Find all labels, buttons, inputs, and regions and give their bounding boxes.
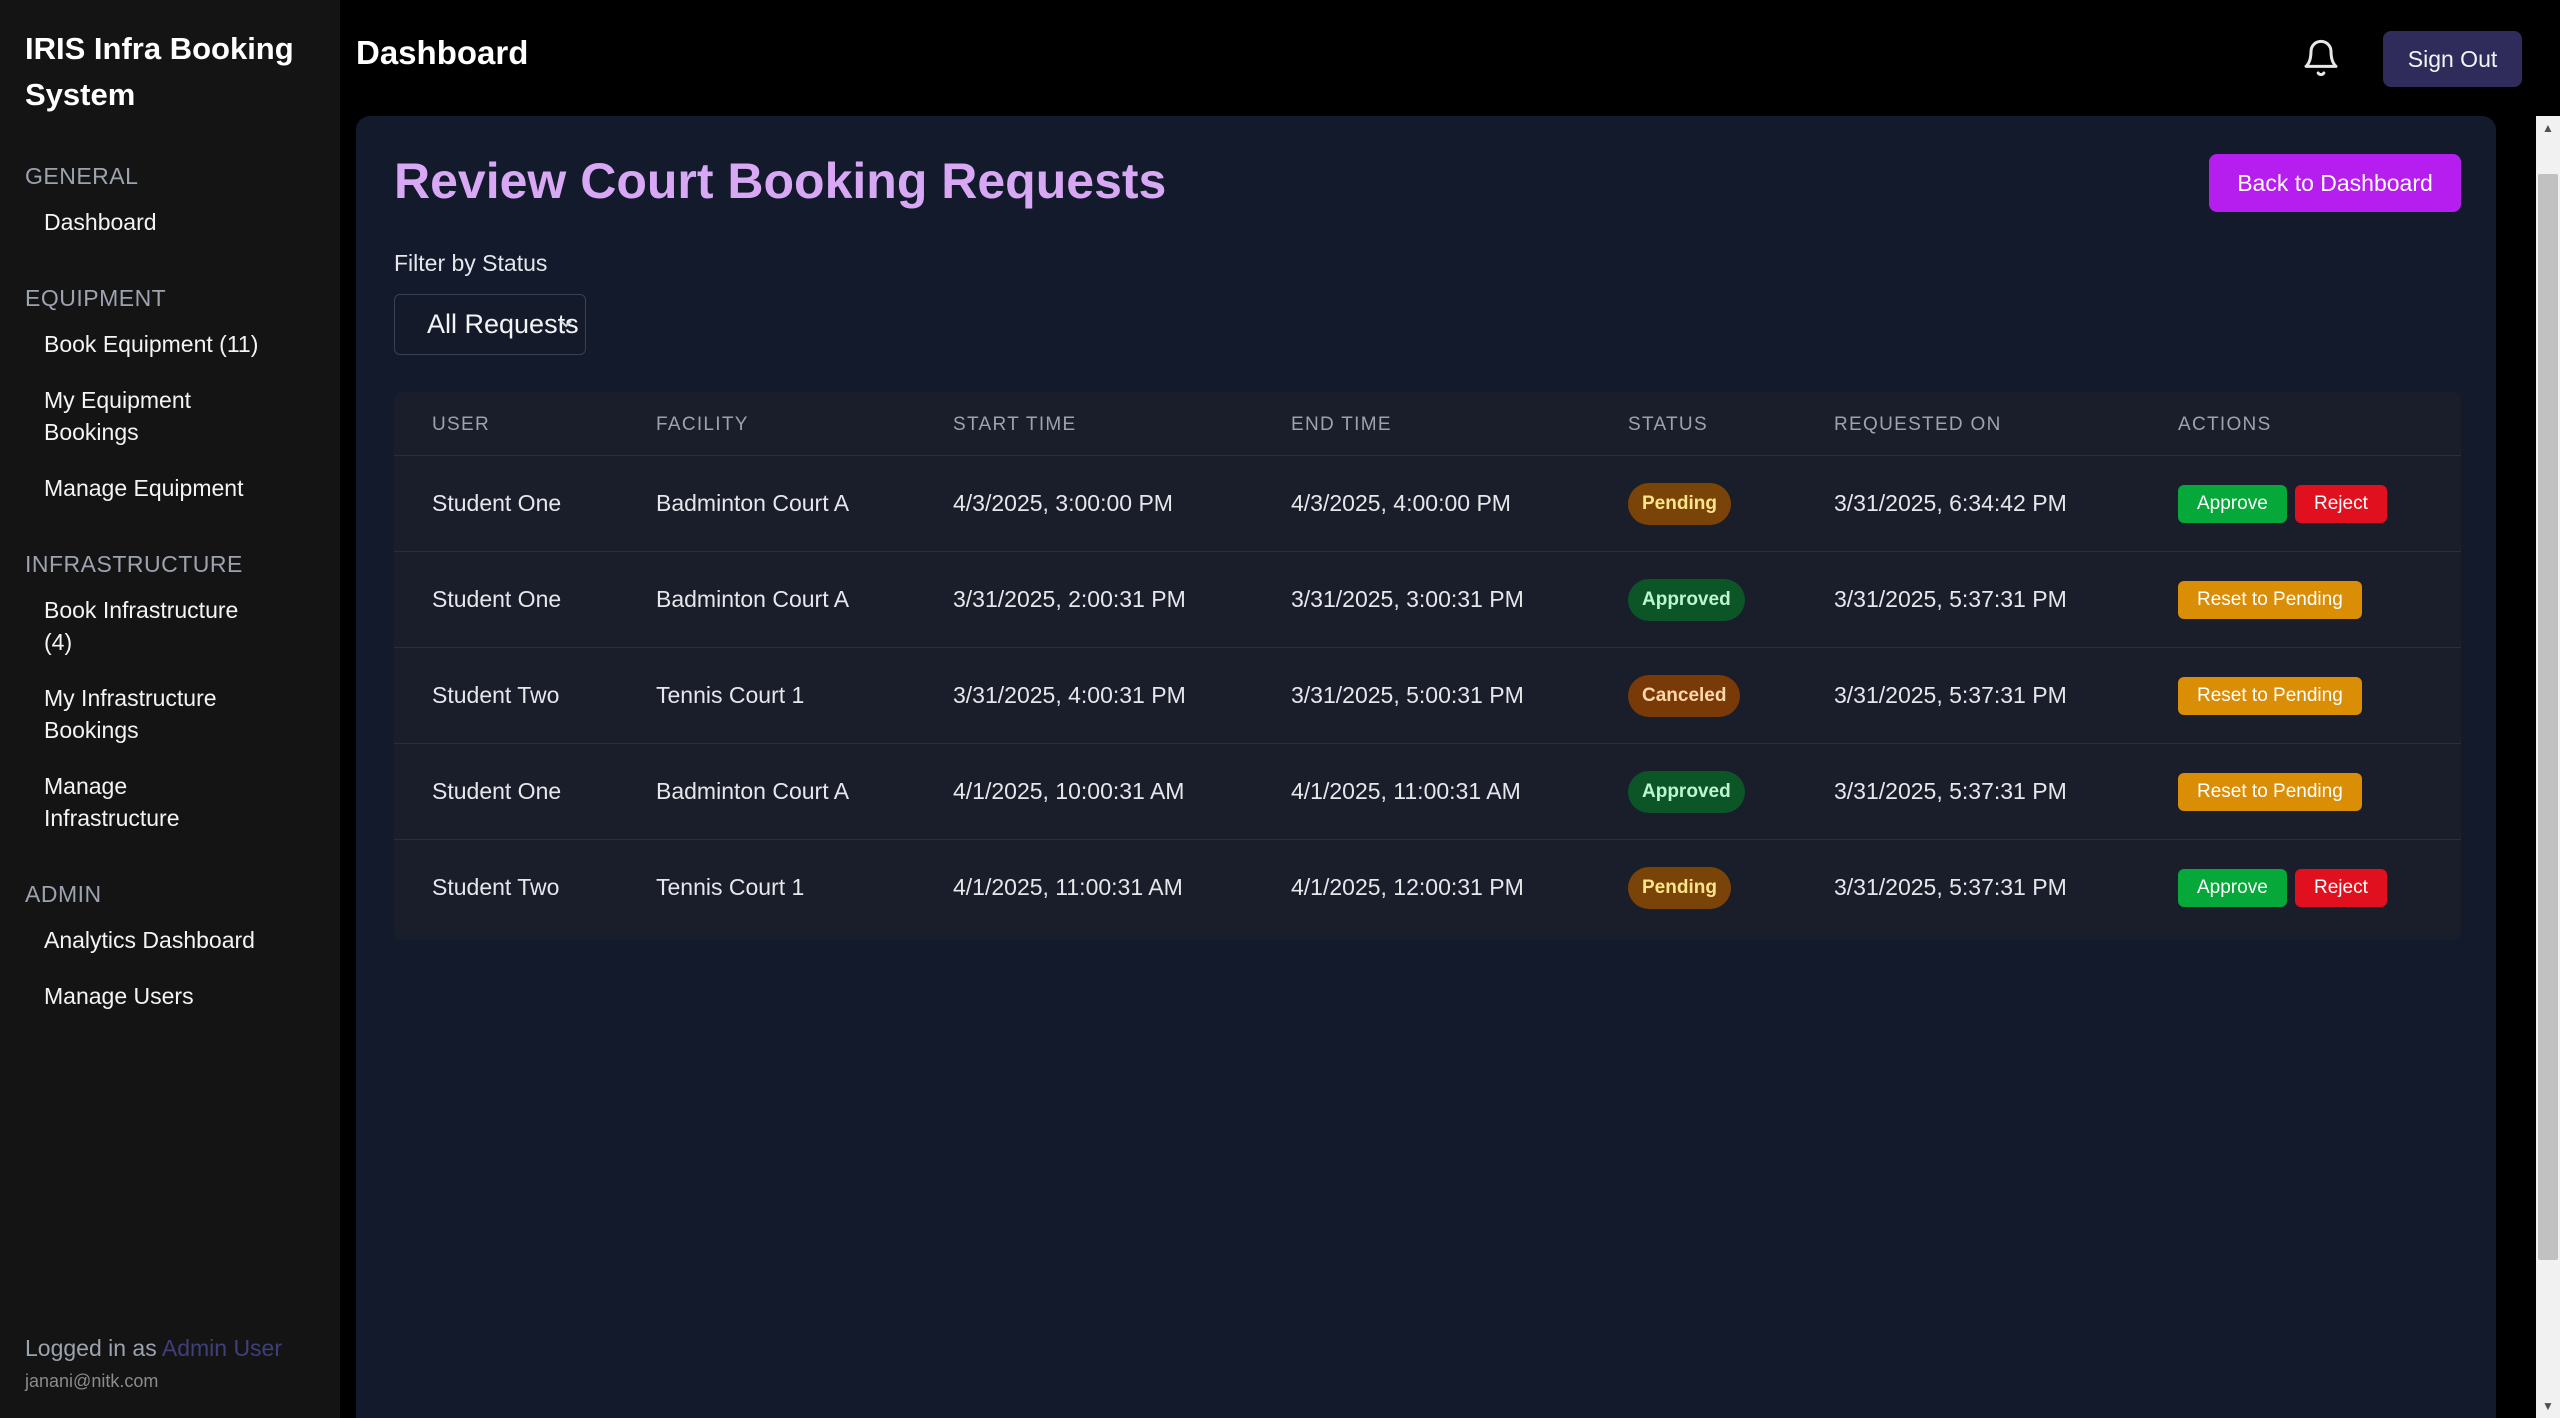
cell-facility: Badminton Court A <box>656 490 850 516</box>
sidebar-item-analytics-dashboard[interactable]: Analytics Dashboard <box>25 912 315 968</box>
reset-to-pending-button[interactable]: Reset to Pending <box>2178 773 2362 811</box>
nav-heading-admin: ADMIN <box>25 881 102 907</box>
reject-button[interactable]: Reject <box>2295 485 2387 523</box>
cell-requested-on: 3/31/2025, 5:37:31 PM <box>1834 778 2067 804</box>
sidebar-item-dashboard[interactable]: Dashboard <box>25 194 315 250</box>
reject-button[interactable]: Reject <box>2295 869 2387 907</box>
cell-requested-on: 3/31/2025, 5:37:31 PM <box>1834 874 2067 900</box>
cell-start-time: 4/1/2025, 11:00:31 AM <box>953 874 1183 900</box>
cell-start-time: 4/1/2025, 10:00:31 AM <box>953 778 1185 804</box>
sign-out-button[interactable]: Sign Out <box>2383 31 2522 87</box>
logged-in-email: janani@nitk.com <box>25 1371 159 1391</box>
approve-button[interactable]: Approve <box>2178 869 2287 907</box>
cell-end-time: 3/31/2025, 3:00:31 PM <box>1291 586 1524 612</box>
sidebar-item-book-equipment[interactable]: Book Equipment (11) <box>25 316 315 372</box>
cell-end-time: 4/1/2025, 11:00:31 AM <box>1291 778 1521 804</box>
booking-requests-table: USER FACILITY START TIME END TIME STATUS… <box>394 392 2461 940</box>
status-filter-select[interactable]: All Requests <box>394 294 586 355</box>
column-header-actions: ACTIONS <box>2178 414 2272 435</box>
sidebar-item-manage-infrastructure[interactable]: Manage Infrastructure <box>25 758 225 846</box>
nav-heading-infrastructure: INFRASTRUCTURE <box>25 551 243 577</box>
logged-in-line: Logged in as Admin User <box>25 1330 282 1366</box>
scroll-down-arrow-icon[interactable]: ▼ <box>2536 1394 2560 1418</box>
app-root: IRIS Infra Booking System GENERAL Dashbo… <box>0 0 2560 1418</box>
status-filter-value: All Requests <box>427 309 579 339</box>
cell-user: Student One <box>432 586 562 612</box>
scrollbar-thumb[interactable] <box>2538 174 2558 1260</box>
cell-end-time: 4/3/2025, 4:00:00 PM <box>1291 490 1511 516</box>
column-header-end-time: END TIME <box>1291 414 1392 435</box>
main-panel: Review Court Booking Requests Back to Da… <box>356 116 2496 1418</box>
cell-user: Student One <box>432 778 562 804</box>
topbar: Dashboard Sign Out <box>340 0 2560 116</box>
sidebar-item-manage-equipment[interactable]: Manage Equipment <box>25 460 315 516</box>
table-row: Student One Badminton Court A 3/31/2025,… <box>394 552 2461 648</box>
chevron-down-icon <box>559 295 573 379</box>
cell-facility: Tennis Court 1 <box>656 874 805 900</box>
cell-start-time: 3/31/2025, 4:00:31 PM <box>953 682 1186 708</box>
column-header-status: STATUS <box>1628 414 1708 435</box>
cell-facility: Tennis Court 1 <box>656 682 805 708</box>
table-row: Student One Badminton Court A 4/1/2025, … <box>394 744 2461 840</box>
sidebar-item-book-infrastructure[interactable]: Book Infrastructure (4) <box>25 582 285 670</box>
status-badge: Approved <box>1628 771 1745 813</box>
sidebar-footer: Logged in as Admin User janani@nitk.com <box>25 1330 282 1396</box>
status-badge: Pending <box>1628 483 1731 525</box>
logged-in-prefix: Logged in as <box>25 1335 157 1361</box>
table-header: USER FACILITY START TIME END TIME STATUS… <box>394 392 2461 456</box>
reset-to-pending-button[interactable]: Reset to Pending <box>2178 677 2362 715</box>
scroll-up-arrow-icon[interactable]: ▲ <box>2536 116 2560 140</box>
sidebar-item-my-equipment-bookings[interactable]: My Equipment Bookings <box>25 372 245 460</box>
nav-heading-general: GENERAL <box>25 163 139 189</box>
cell-user: Student Two <box>432 682 560 708</box>
column-header-requested-on: REQUESTED ON <box>1834 414 2002 435</box>
cell-end-time: 4/1/2025, 12:00:31 PM <box>1291 874 1524 900</box>
sidebar-item-manage-users[interactable]: Manage Users <box>25 968 315 1024</box>
column-header-start-time: START TIME <box>953 414 1077 435</box>
status-badge: Approved <box>1628 579 1745 621</box>
back-to-dashboard-button[interactable]: Back to Dashboard <box>2209 154 2461 212</box>
vertical-scrollbar[interactable]: ▲ ▼ <box>2536 116 2560 1418</box>
cell-user: Student One <box>432 490 562 516</box>
column-header-facility: FACILITY <box>656 414 749 435</box>
cell-user: Student Two <box>432 874 560 900</box>
nav-section-equipment: EQUIPMENT Book Equipment (11) My Equipme… <box>25 280 315 516</box>
nav-heading-equipment: EQUIPMENT <box>25 285 167 311</box>
status-badge: Pending <box>1628 867 1731 909</box>
sidebar: IRIS Infra Booking System GENERAL Dashbo… <box>0 0 340 1418</box>
nav-section-infrastructure: INFRASTRUCTURE Book Infrastructure (4) M… <box>25 546 315 846</box>
cell-requested-on: 3/31/2025, 6:34:42 PM <box>1834 490 2067 516</box>
sidebar-item-my-infrastructure-bookings[interactable]: My Infrastructure Bookings <box>25 670 265 758</box>
cell-requested-on: 3/31/2025, 5:37:31 PM <box>1834 586 2067 612</box>
cell-facility: Badminton Court A <box>656 586 850 612</box>
bell-icon[interactable] <box>2301 38 2341 78</box>
table-row: Student Two Tennis Court 1 4/1/2025, 11:… <box>394 840 2461 936</box>
nav-section-general: GENERAL Dashboard <box>25 158 315 250</box>
review-title: Review Court Booking Requests <box>394 153 1167 209</box>
filter-label: Filter by Status <box>394 250 548 276</box>
cell-requested-on: 3/31/2025, 5:37:31 PM <box>1834 682 2067 708</box>
brand-title: IRIS Infra Booking System <box>25 31 294 112</box>
logged-in-user: Admin User <box>161 1335 283 1361</box>
cell-start-time: 3/31/2025, 2:00:31 PM <box>953 586 1186 612</box>
column-header-user: USER <box>432 414 490 435</box>
cell-end-time: 3/31/2025, 5:00:31 PM <box>1291 682 1524 708</box>
table-row: Student One Badminton Court A 4/3/2025, … <box>394 456 2461 552</box>
page-title: Dashboard <box>356 34 529 71</box>
nav-section-admin: ADMIN Analytics Dashboard Manage Users <box>25 876 315 1024</box>
cell-start-time: 4/3/2025, 3:00:00 PM <box>953 490 1173 516</box>
approve-button[interactable]: Approve <box>2178 485 2287 523</box>
table-row: Student Two Tennis Court 1 3/31/2025, 4:… <box>394 648 2461 744</box>
cell-facility: Badminton Court A <box>656 778 850 804</box>
reset-to-pending-button[interactable]: Reset to Pending <box>2178 581 2362 619</box>
status-badge: Canceled <box>1628 675 1741 717</box>
